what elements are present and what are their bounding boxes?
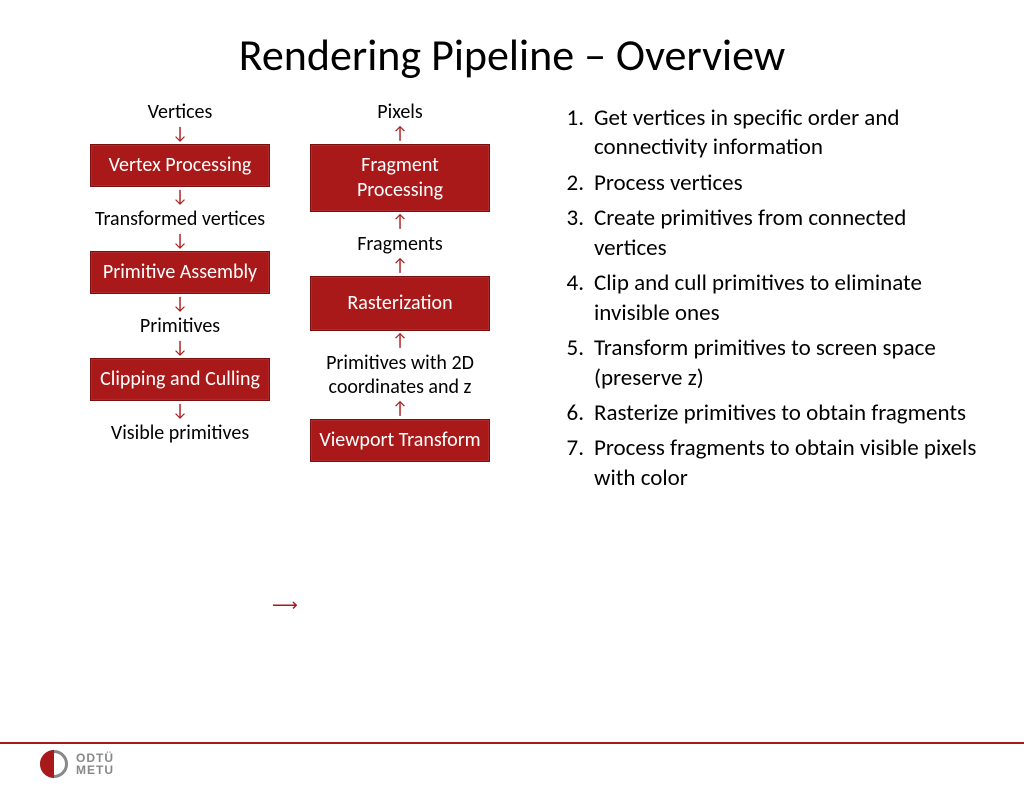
logo-text: ODTÜ METU: [76, 752, 114, 776]
university-logo: ODTÜ METU: [40, 750, 1024, 778]
arrow-up-icon: ↑: [310, 331, 490, 351]
arrow-down-icon: ↓: [90, 187, 270, 207]
arrow-right-icon: ⟶: [272, 594, 298, 616]
label-fragments: Fragments: [310, 232, 490, 256]
step-item: Rasterize primitives to obtain fragments: [550, 399, 984, 428]
slide-title: Rendering Pipeline – Overview: [0, 28, 1024, 82]
diagram-column-left: Vertices ↓ Vertex Processing ↓ Transform…: [90, 100, 270, 445]
step-item: Create primitives from connected vertice…: [550, 204, 984, 263]
box-rasterization: Rasterization: [310, 276, 490, 331]
box-vertex-processing: Vertex Processing: [90, 144, 270, 187]
label-transformed-vertices: Transformed vertices: [90, 207, 270, 231]
diagram-column-right: Pixels ↑ Fragment Processing ↑ Fragments…: [310, 100, 490, 462]
pipeline-diagram: Vertices ↓ Vertex Processing ↓ Transform…: [40, 100, 520, 660]
arrow-down-icon: ↓: [90, 231, 270, 251]
arrow-up-icon: ↑: [310, 399, 490, 419]
box-fragment-processing: Fragment Processing: [310, 144, 490, 212]
label-vertices: Vertices: [90, 100, 270, 124]
box-primitive-assembly: Primitive Assembly: [90, 251, 270, 294]
box-viewport-transform: Viewport Transform: [310, 419, 490, 462]
step-item: Process vertices: [550, 169, 984, 198]
box-clipping-culling: Clipping and Culling: [90, 358, 270, 401]
step-item: Transform primitives to screen space (pr…: [550, 334, 984, 393]
label-primitives: Primitives: [90, 314, 270, 338]
arrow-up-icon: ↑: [310, 212, 490, 232]
arrow-down-icon: ↓: [90, 294, 270, 314]
label-visible-primitives: Visible primitives: [90, 421, 270, 445]
label-primitives-2d: Primitives with 2D coordinates and z: [310, 351, 490, 399]
slide-content: Vertices ↓ Vertex Processing ↓ Transform…: [0, 100, 1024, 660]
logo-line2: METU: [76, 764, 114, 776]
arrow-down-icon: ↓: [90, 124, 270, 144]
label-pixels: Pixels: [310, 100, 490, 124]
step-item: Clip and cull primitives to eliminate in…: [550, 269, 984, 328]
step-item: Get vertices in specific order and conne…: [550, 104, 984, 163]
slide-footer: ODTÜ METU: [0, 742, 1024, 778]
step-item: Process fragments to obtain visible pixe…: [550, 434, 984, 493]
arrow-up-icon: ↑: [310, 256, 490, 276]
arrow-up-icon: ↑: [310, 124, 490, 144]
arrow-down-icon: ↓: [90, 338, 270, 358]
arrow-down-icon: ↓: [90, 401, 270, 421]
logo-icon: [40, 750, 68, 778]
steps-list: Get vertices in specific order and conne…: [520, 100, 984, 660]
